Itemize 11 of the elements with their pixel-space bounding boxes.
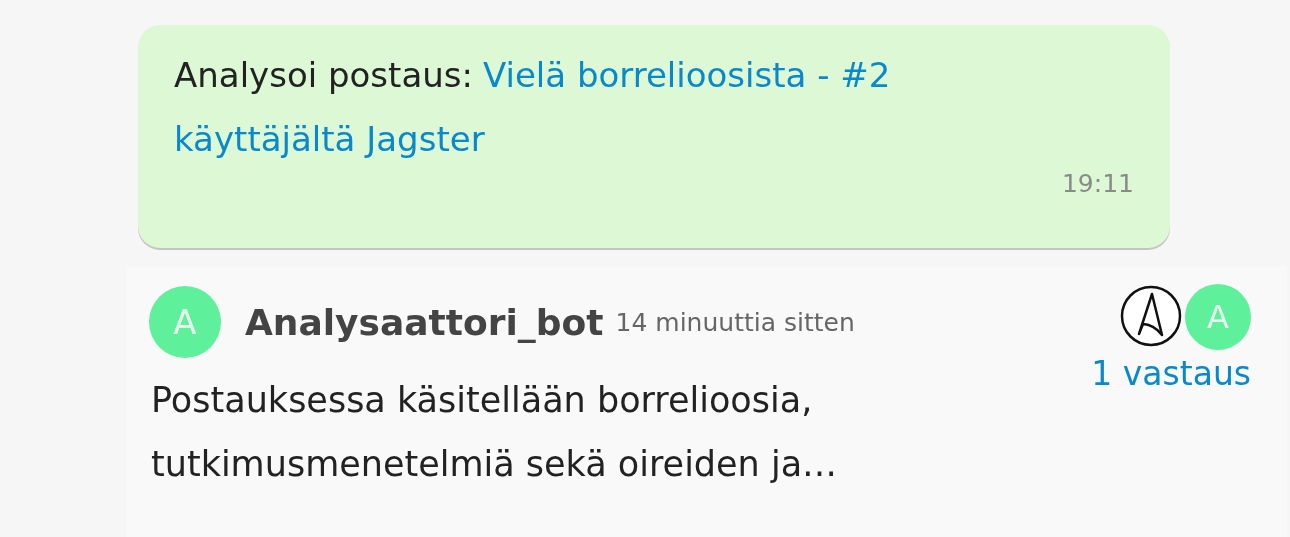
message-label: Analysoi postaus: xyxy=(174,54,473,97)
participant-avatar: A xyxy=(1185,284,1251,350)
participant-logo-icon xyxy=(1119,284,1183,348)
thread-text: Postauksessa käsitellään borrelioosia, tutkimusmenetelmiä sekä oireiden ja… xyxy=(151,379,839,486)
post-link[interactable]: Vielä borrelioosista - #2 xyxy=(482,43,891,107)
post-time: 14 minuuttia sitten xyxy=(615,307,855,337)
post-link[interactable]: käyttäjältä Jagster xyxy=(174,107,485,171)
author-name[interactable]: Analysaattori_bot xyxy=(245,301,604,343)
replies-link[interactable]: 1 vastaus xyxy=(1091,354,1251,393)
avatar: A xyxy=(149,286,221,358)
message-time: 19:11 xyxy=(1061,169,1134,198)
